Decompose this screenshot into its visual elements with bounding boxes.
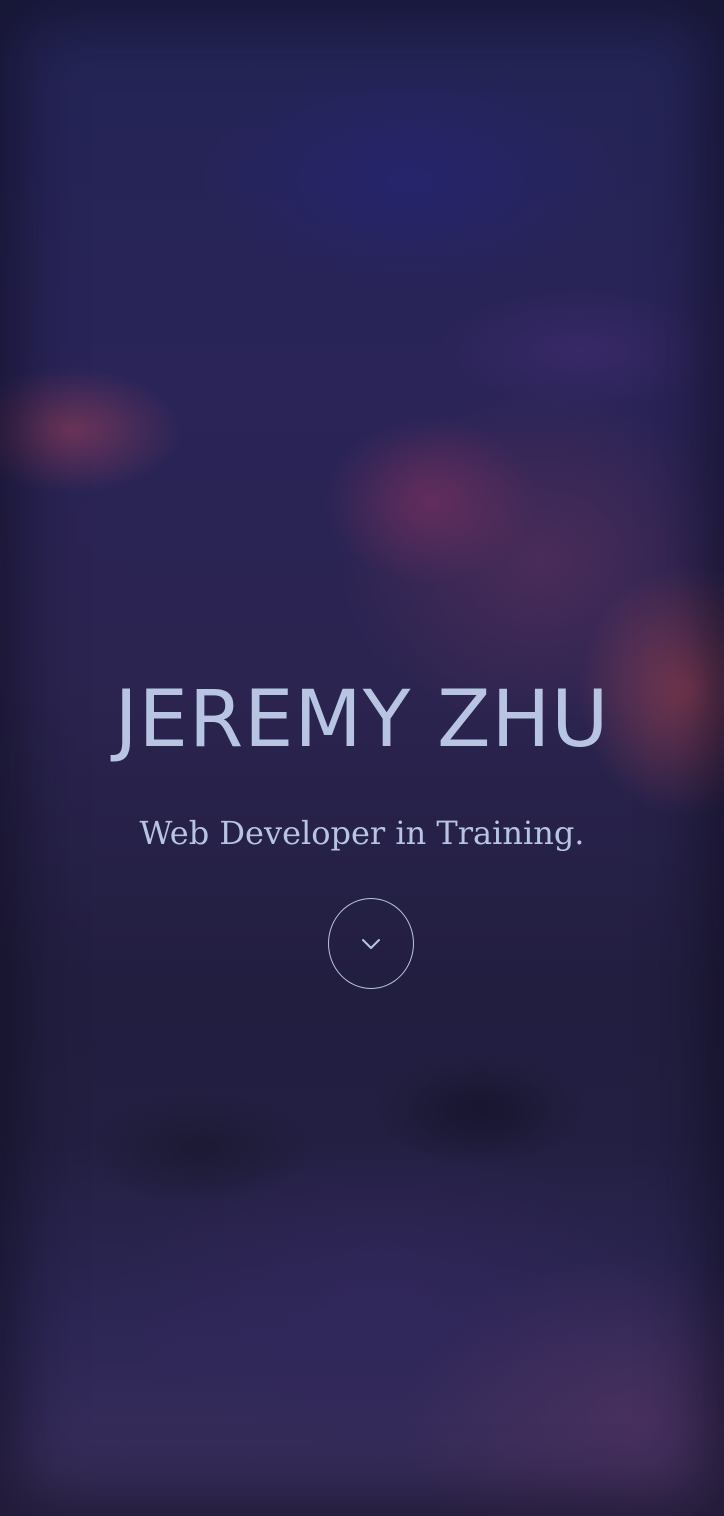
scroll-down-button[interactable]	[328, 898, 414, 989]
hero-section: JEREMY ZHU Web Developer in Training.	[0, 0, 724, 1516]
chevron-down-icon	[362, 938, 380, 949]
tagline: Web Developer in Training.	[139, 814, 585, 852]
page-title: JEREMY ZHU	[114, 675, 610, 765]
